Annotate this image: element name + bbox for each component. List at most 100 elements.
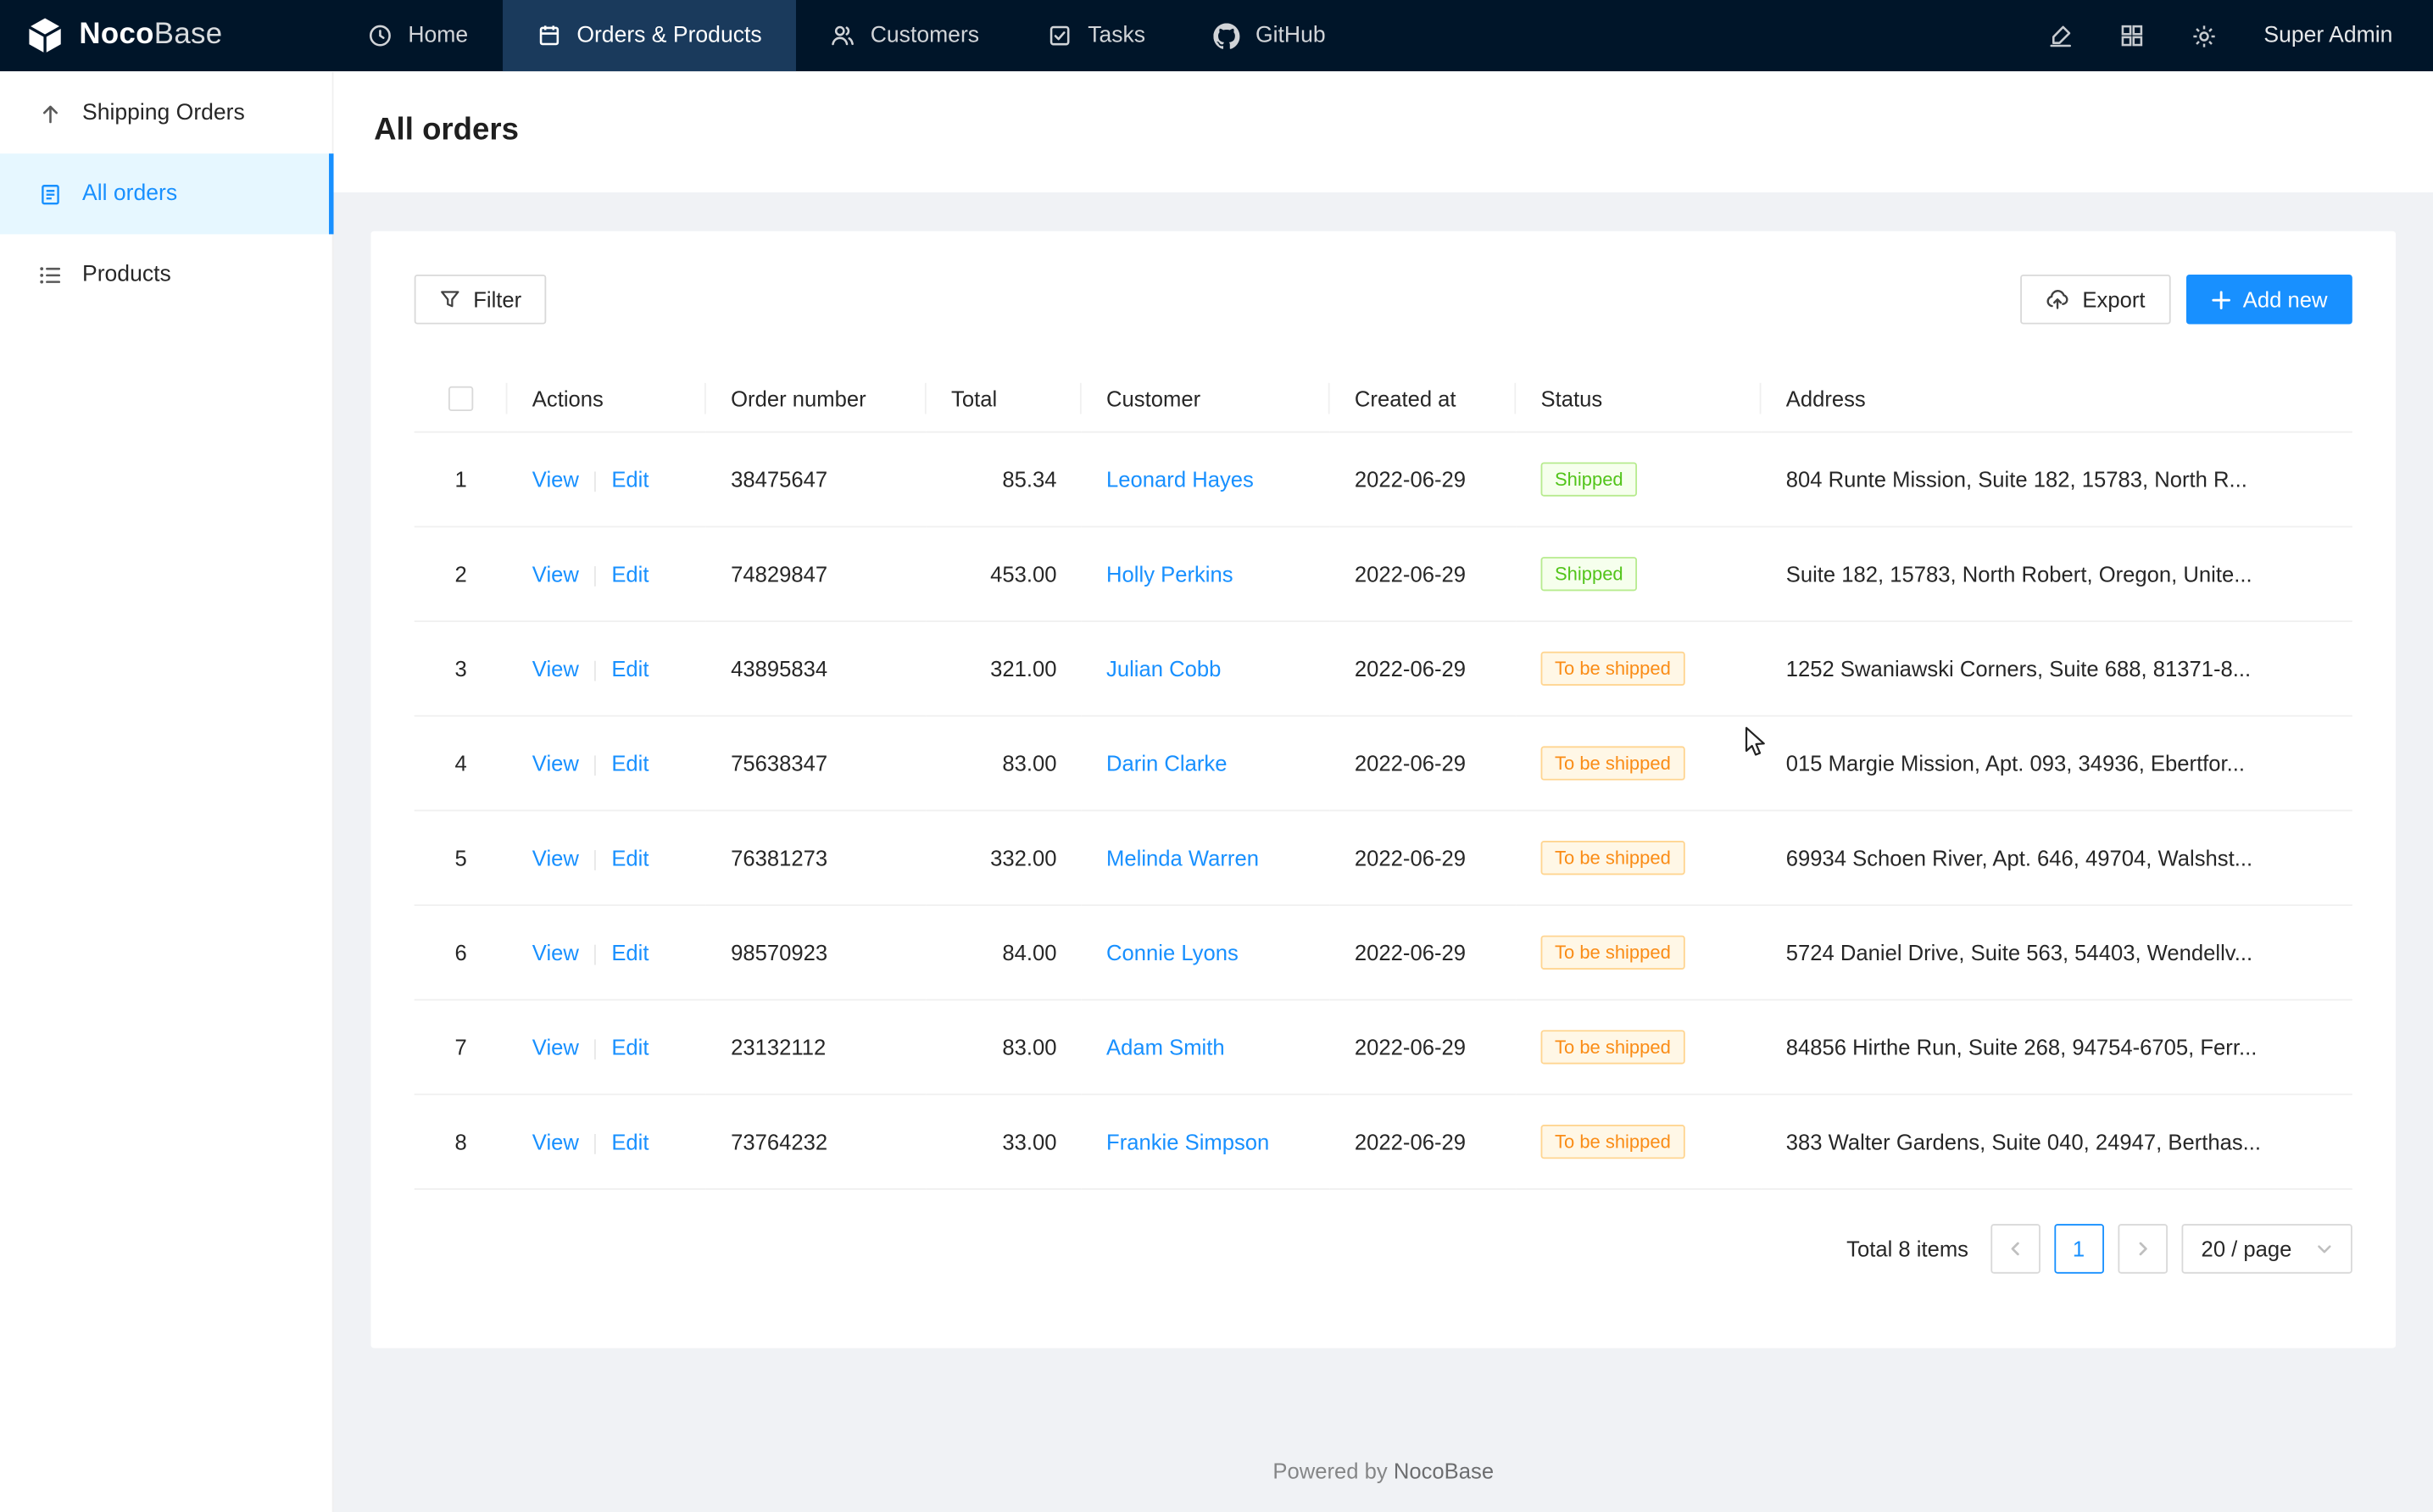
action-divider bbox=[594, 661, 596, 681]
table-row: 6 ViewEdit 98570923 84.00 Connie Lyons 2… bbox=[415, 906, 2352, 1001]
customer-link[interactable]: Leonard Hayes bbox=[1106, 467, 1254, 492]
brand-noco: Noco bbox=[79, 19, 153, 51]
created-at-cell: 2022-06-29 bbox=[1330, 906, 1517, 1001]
pagination-total: Total 8 items bbox=[1846, 1237, 1968, 1261]
created-at-cell: 2022-06-29 bbox=[1330, 811, 1517, 906]
nav-right-actions: Super Admin bbox=[2029, 0, 2433, 71]
edit-link[interactable]: Edit bbox=[611, 562, 649, 586]
view-link[interactable]: View bbox=[532, 751, 579, 775]
nav-item-label: Orders & Products bbox=[576, 23, 761, 47]
total-cell: 84.00 bbox=[927, 906, 1082, 1001]
brand-text: NocoBase bbox=[79, 19, 222, 53]
settings-button[interactable] bbox=[2191, 23, 2217, 49]
sidebar-item-label: Products bbox=[82, 262, 171, 286]
edit-link[interactable]: Edit bbox=[611, 1035, 649, 1059]
sidebar-item-products[interactable]: Products bbox=[0, 234, 332, 314]
highlighter-icon bbox=[2048, 23, 2073, 47]
nocobase-logo-icon bbox=[25, 15, 65, 56]
add-new-button-label: Add new bbox=[2243, 287, 2328, 312]
customer-link[interactable]: Melinda Warren bbox=[1106, 846, 1259, 870]
sidebar-item-all-orders[interactable]: All orders bbox=[0, 153, 332, 234]
github-icon bbox=[1214, 23, 1240, 49]
view-link[interactable]: View bbox=[532, 1035, 579, 1059]
total-cell: 85.34 bbox=[927, 432, 1082, 527]
order-number-cell: 76381273 bbox=[706, 811, 927, 906]
nav-item-tasks[interactable]: Tasks bbox=[1013, 0, 1179, 71]
column-header-total: Total bbox=[927, 364, 1082, 432]
edit-link[interactable]: Edit bbox=[611, 941, 649, 965]
customer-link[interactable]: Holly Perkins bbox=[1106, 562, 1233, 586]
order-number-cell: 98570923 bbox=[706, 906, 927, 1001]
nav-item-label: Home bbox=[408, 23, 468, 47]
total-cell: 332.00 bbox=[927, 811, 1082, 906]
total-cell: 321.00 bbox=[927, 622, 1082, 717]
customers-icon bbox=[830, 23, 855, 47]
edit-link[interactable]: Edit bbox=[611, 846, 649, 870]
nav-item-github[interactable]: GitHub bbox=[1179, 0, 1360, 71]
customer-link[interactable]: Adam Smith bbox=[1106, 1035, 1225, 1059]
export-button[interactable]: Export bbox=[2020, 275, 2170, 325]
edit-link[interactable]: Edit bbox=[611, 467, 649, 492]
sidebar-item-label: All orders bbox=[82, 181, 177, 206]
sidebar: Shipping Orders All orders Products bbox=[0, 71, 334, 1512]
nav-item-home[interactable]: Home bbox=[334, 0, 503, 71]
sidebar-item-shipping-orders[interactable]: Shipping Orders bbox=[0, 73, 332, 153]
sidebar-item-label: Shipping Orders bbox=[82, 101, 245, 125]
created-at-cell: 2022-06-29 bbox=[1330, 716, 1517, 811]
customer-link[interactable]: Connie Lyons bbox=[1106, 941, 1239, 965]
plugin-manager-button[interactable] bbox=[2119, 23, 2144, 47]
address-cell: 015 Margie Mission, Apt. 093, 34936, Ebe… bbox=[1761, 716, 2352, 811]
prev-page-button[interactable] bbox=[1990, 1225, 2040, 1275]
ui-editor-button[interactable] bbox=[2048, 23, 2073, 47]
view-link[interactable]: View bbox=[532, 657, 579, 681]
add-new-button[interactable]: Add new bbox=[2185, 275, 2352, 325]
main-area: All orders Filter bbox=[334, 71, 2433, 1512]
address-cell: 804 Runte Mission, Suite 182, 15783, Nor… bbox=[1761, 432, 2352, 527]
order-number-cell: 38475647 bbox=[706, 432, 927, 527]
table-row: 5 ViewEdit 76381273 332.00 Melinda Warre… bbox=[415, 811, 2352, 906]
total-cell: 33.00 bbox=[927, 1095, 1082, 1190]
status-badge: To be shipped bbox=[1541, 652, 1685, 686]
row-index: 2 bbox=[415, 527, 508, 622]
action-divider bbox=[594, 756, 596, 776]
page-title: All orders bbox=[374, 114, 2392, 149]
edit-link[interactable]: Edit bbox=[611, 751, 649, 775]
total-cell: 453.00 bbox=[927, 527, 1082, 622]
table-row: 8 ViewEdit 73764232 33.00 Frankie Simpso… bbox=[415, 1095, 2352, 1190]
page-size-select[interactable]: 20 / page bbox=[2181, 1225, 2352, 1275]
brand[interactable]: NocoBase bbox=[0, 0, 334, 71]
view-link[interactable]: View bbox=[532, 941, 579, 965]
nav-item-customers[interactable]: Customers bbox=[796, 0, 1013, 71]
customer-link[interactable]: Julian Cobb bbox=[1106, 657, 1221, 681]
view-link[interactable]: View bbox=[532, 1130, 579, 1154]
edit-link[interactable]: Edit bbox=[611, 657, 649, 681]
page-number-button[interactable]: 1 bbox=[2054, 1225, 2104, 1275]
next-page-button[interactable] bbox=[2118, 1225, 2168, 1275]
column-header-order-number: Order number bbox=[706, 364, 927, 432]
address-cell: 84856 Hirthe Run, Suite 268, 94754-6705,… bbox=[1761, 1000, 2352, 1095]
edit-link[interactable]: Edit bbox=[611, 1130, 649, 1154]
cloud-upload-icon bbox=[2045, 287, 2069, 312]
page-size-value: 20 / page bbox=[2202, 1237, 2292, 1261]
filter-button[interactable]: Filter bbox=[415, 275, 547, 325]
table-row: 4 ViewEdit 75638347 83.00 Darin Clarke 2… bbox=[415, 716, 2352, 811]
brand-base: Base bbox=[154, 19, 223, 51]
row-index: 4 bbox=[415, 716, 508, 811]
chevron-down-icon bbox=[2317, 1242, 2332, 1257]
user-menu[interactable]: Super Admin bbox=[2263, 23, 2392, 47]
view-link[interactable]: View bbox=[532, 467, 579, 492]
customer-link[interactable]: Darin Clarke bbox=[1106, 751, 1227, 775]
footer-brand: NocoBase bbox=[1394, 1459, 1494, 1483]
export-button-label: Export bbox=[2082, 287, 2145, 312]
column-header-address: Address bbox=[1761, 364, 2352, 432]
customer-link[interactable]: Frankie Simpson bbox=[1106, 1130, 1269, 1154]
view-link[interactable]: View bbox=[532, 846, 579, 870]
status-badge: Shipped bbox=[1541, 463, 1638, 497]
view-link[interactable]: View bbox=[532, 562, 579, 586]
created-at-cell: 2022-06-29 bbox=[1330, 622, 1517, 717]
home-icon bbox=[368, 23, 393, 47]
nav-menu: Home Orders & Products Customers Tasks bbox=[334, 0, 2030, 71]
nav-item-label: Tasks bbox=[1088, 23, 1145, 47]
nav-item-orders-products[interactable]: Orders & Products bbox=[502, 0, 795, 71]
select-all-checkbox[interactable] bbox=[448, 386, 473, 411]
